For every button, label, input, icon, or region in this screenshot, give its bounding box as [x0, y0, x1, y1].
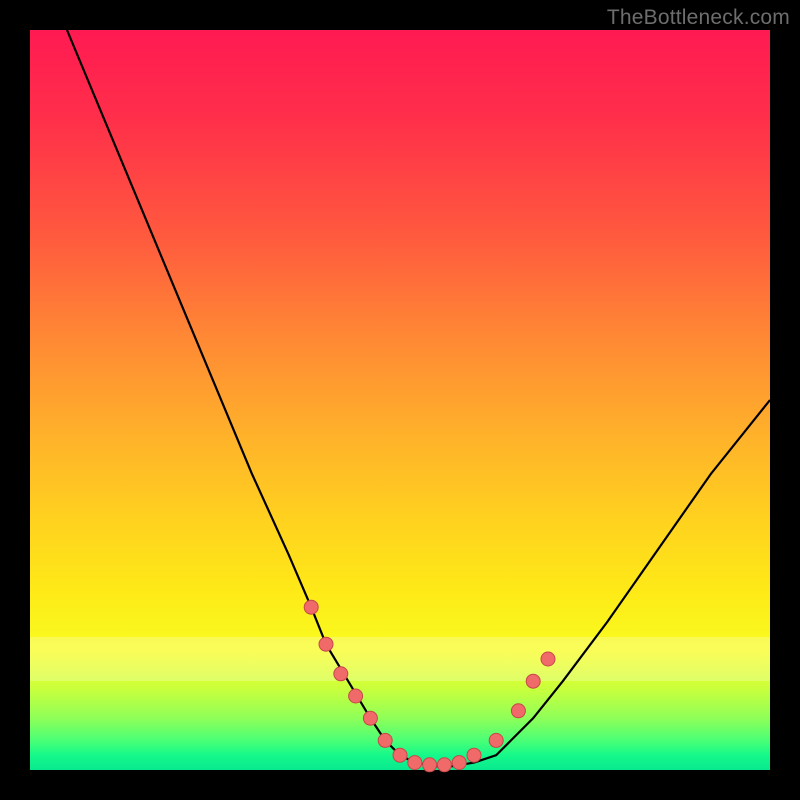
- curve-marker: [467, 748, 481, 762]
- curve-marker: [304, 600, 318, 614]
- watermark-text: TheBottleneck.com: [607, 6, 790, 30]
- curve-marker: [541, 652, 555, 666]
- bottleneck-curve: [67, 30, 770, 766]
- curve-marker: [334, 667, 348, 681]
- curve-marker: [349, 689, 363, 703]
- curve-marker: [489, 733, 503, 747]
- curve-marker: [393, 748, 407, 762]
- marker-group: [304, 600, 555, 772]
- curve-marker: [526, 674, 540, 688]
- curve-marker: [437, 758, 451, 772]
- curve-marker: [408, 756, 422, 770]
- chart-frame: [30, 30, 770, 770]
- chart-svg: [30, 30, 770, 770]
- curve-marker: [378, 733, 392, 747]
- curve-marker: [363, 711, 377, 725]
- curve-marker: [319, 637, 333, 651]
- curve-marker: [423, 758, 437, 772]
- curve-marker: [511, 704, 525, 718]
- curve-marker: [452, 756, 466, 770]
